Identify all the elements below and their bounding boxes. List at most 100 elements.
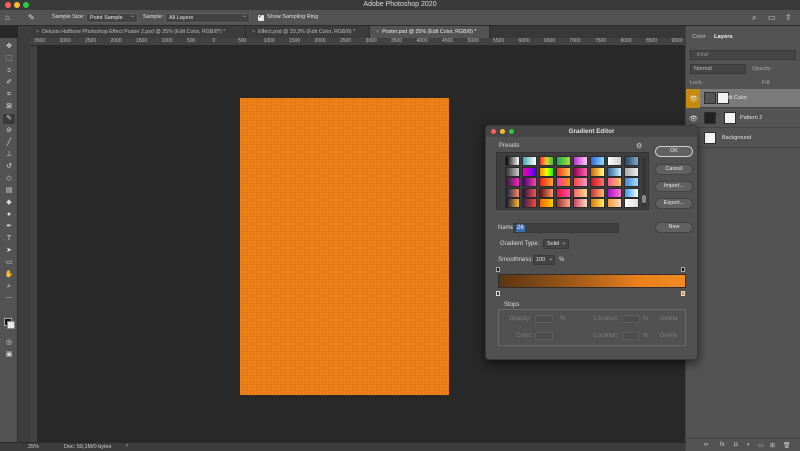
minimize-window-button[interactable] — [14, 2, 20, 8]
search-icon[interactable]: ⌕ — [752, 13, 756, 23]
stop-color-swatch[interactable] — [535, 332, 553, 340]
preset-gradient-swatch[interactable] — [556, 177, 571, 187]
preset-gradient-swatch[interactable] — [590, 187, 605, 198]
sample-select[interactable]: All Layers — [165, 12, 250, 23]
poster-canvas[interactable] — [240, 98, 449, 395]
preset-gradient-swatch[interactable] — [539, 198, 554, 208]
adjustment-layer-icon[interactable]: ◑ — [746, 442, 750, 448]
close-icon[interactable]: × — [376, 29, 379, 35]
preset-gradient-swatch[interactable] — [522, 198, 537, 208]
preset-gradient-swatch[interactable] — [590, 156, 605, 166]
share-icon[interactable]: ⇪ — [785, 13, 792, 22]
stop-opacity-delete-button[interactable]: Delete — [660, 316, 677, 322]
preset-gradient-swatch[interactable] — [522, 177, 537, 187]
close-window-button[interactable] — [5, 2, 11, 8]
zoom-dialog-button[interactable] — [509, 129, 514, 134]
preset-gradient-swatch[interactable] — [556, 198, 571, 208]
presets-settings-gear-icon[interactable]: ⚙ — [636, 142, 642, 150]
preset-gradient-swatch[interactable] — [624, 166, 639, 177]
tab-delusio-halftone[interactable]: × Delusio Halftone Photoshop Effect Poste… — [30, 26, 246, 38]
stop-color-delete-button[interactable]: Delete — [660, 333, 677, 339]
background-color-swatch[interactable] — [7, 321, 15, 329]
sample-size-select[interactable]: Point Sample — [86, 12, 138, 23]
preset-gradient-swatch[interactable] — [573, 187, 588, 198]
eyedropper-tool-icon[interactable]: ✎ — [3, 114, 15, 124]
close-icon[interactable]: × — [252, 29, 255, 35]
preset-gradient-swatch[interactable] — [505, 177, 520, 187]
preset-gradient-swatch[interactable] — [539, 187, 554, 198]
path-selection-tool-icon[interactable]: ➤ — [3, 246, 15, 256]
lasso-tool-icon[interactable]: ↄ — [3, 66, 15, 76]
delete-layer-icon[interactable]: 🗑 — [783, 442, 791, 449]
zoom-level[interactable]: 25% — [28, 444, 39, 450]
preset-gradient-swatch[interactable] — [590, 166, 605, 177]
layer-filter-kind[interactable]: Kind — [690, 50, 796, 60]
eraser-tool-icon[interactable]: ◇ — [3, 174, 15, 184]
frame-tool-icon[interactable]: ⊠ — [3, 102, 15, 112]
screen-mode-icon[interactable]: ▣ — [3, 350, 15, 360]
preset-gradient-swatch[interactable] — [590, 198, 605, 208]
new-button[interactable]: New — [655, 222, 693, 233]
color-stop-left[interactable] — [496, 291, 500, 296]
preset-gradient-swatch[interactable] — [556, 156, 571, 166]
tab-effect[interactable]: × Effect.psd @ 33,3% (Edit Color, RGB/8) … — [246, 26, 370, 38]
eyedropper-tool-icon[interactable]: ✎ — [28, 13, 35, 22]
preset-gradient-swatch[interactable] — [607, 187, 622, 198]
color-stop-right[interactable] — [681, 291, 685, 296]
import-button[interactable]: Import... — [655, 181, 693, 192]
opacity-stop-left[interactable] — [496, 267, 500, 272]
dialog-title-bar[interactable]: Gradient Editor — [486, 126, 697, 137]
preset-gradient-swatch[interactable] — [624, 187, 639, 198]
preset-gradient-swatch[interactable] — [624, 198, 639, 208]
marquee-tool-icon[interactable]: ⬚ — [3, 54, 15, 64]
stop-opacity-field[interactable] — [535, 315, 553, 323]
tab-layers[interactable]: Layers — [714, 34, 733, 40]
preset-gradient-swatch[interactable] — [556, 187, 571, 198]
dodge-tool-icon[interactable]: ● — [3, 210, 15, 220]
preset-gradient-swatch[interactable] — [505, 166, 520, 177]
preset-gradient-swatch[interactable] — [522, 166, 537, 177]
layer-row-edit-color[interactable]: 👁 Edit Color — [686, 89, 800, 108]
preset-gradient-swatch[interactable] — [624, 177, 639, 187]
pen-tool-icon[interactable]: ✒ — [3, 222, 15, 232]
preset-gradient-swatch[interactable] — [573, 198, 588, 208]
ok-button[interactable]: OK — [655, 146, 693, 157]
preset-gradient-swatch[interactable] — [505, 198, 520, 208]
visibility-eye-icon[interactable]: 👁 — [689, 115, 698, 123]
preset-gradient-swatch[interactable] — [556, 166, 571, 177]
preset-gradient-swatch[interactable] — [539, 177, 554, 187]
zoom-window-button[interactable] — [23, 2, 29, 8]
preset-gradient-swatch[interactable] — [607, 166, 622, 177]
close-dialog-button[interactable] — [491, 129, 496, 134]
layer-row-pattern-2[interactable]: 👁 Pattern 2 — [686, 109, 800, 128]
blur-tool-icon[interactable]: ◆ — [3, 198, 15, 208]
preset-gradient-swatch[interactable] — [539, 166, 554, 177]
preset-gradient-swatch[interactable] — [573, 177, 588, 187]
fx-icon[interactable]: fx — [720, 442, 725, 448]
tab-poster[interactable]: × Poster.psd @ 25% (Edit Color, RGB/8) * — [370, 26, 490, 38]
preset-gradient-swatch[interactable] — [573, 156, 588, 166]
smoothness-field[interactable]: 100 ⌄ — [533, 255, 555, 265]
preset-gradient-swatch[interactable] — [522, 187, 537, 198]
preset-gradient-swatch[interactable] — [624, 156, 639, 166]
preset-gradient-swatch[interactable] — [607, 156, 622, 166]
presets-scroll-thumb[interactable] — [642, 195, 646, 203]
preset-gradient-swatch[interactable] — [607, 198, 622, 208]
status-arrow-icon[interactable]: › — [126, 443, 128, 449]
preset-gradient-swatch[interactable] — [505, 156, 520, 166]
move-tool-icon[interactable]: ✥ — [3, 42, 15, 52]
gradient-type-select[interactable]: Solid ⌄ — [543, 239, 569, 249]
opacity-stop-right[interactable] — [681, 267, 685, 272]
brush-tool-icon[interactable]: ╱ — [3, 138, 15, 148]
clone-stamp-tool-icon[interactable]: ⊥ — [3, 150, 15, 160]
preset-gradient-swatch[interactable] — [505, 187, 520, 198]
link-layers-icon[interactable]: ∞ — [704, 442, 708, 448]
gradient-preview-bar[interactable] — [498, 274, 686, 288]
gradient-tool-icon[interactable]: ▤ — [3, 186, 15, 196]
preset-gradient-swatch[interactable] — [607, 177, 622, 187]
close-icon[interactable]: × — [36, 29, 39, 35]
blend-mode-select[interactable]: Normal — [690, 64, 746, 74]
cancel-button[interactable]: Cancel — [655, 164, 693, 175]
export-button[interactable]: Export... — [655, 198, 693, 209]
healing-brush-tool-icon[interactable]: ⊘ — [3, 126, 15, 136]
